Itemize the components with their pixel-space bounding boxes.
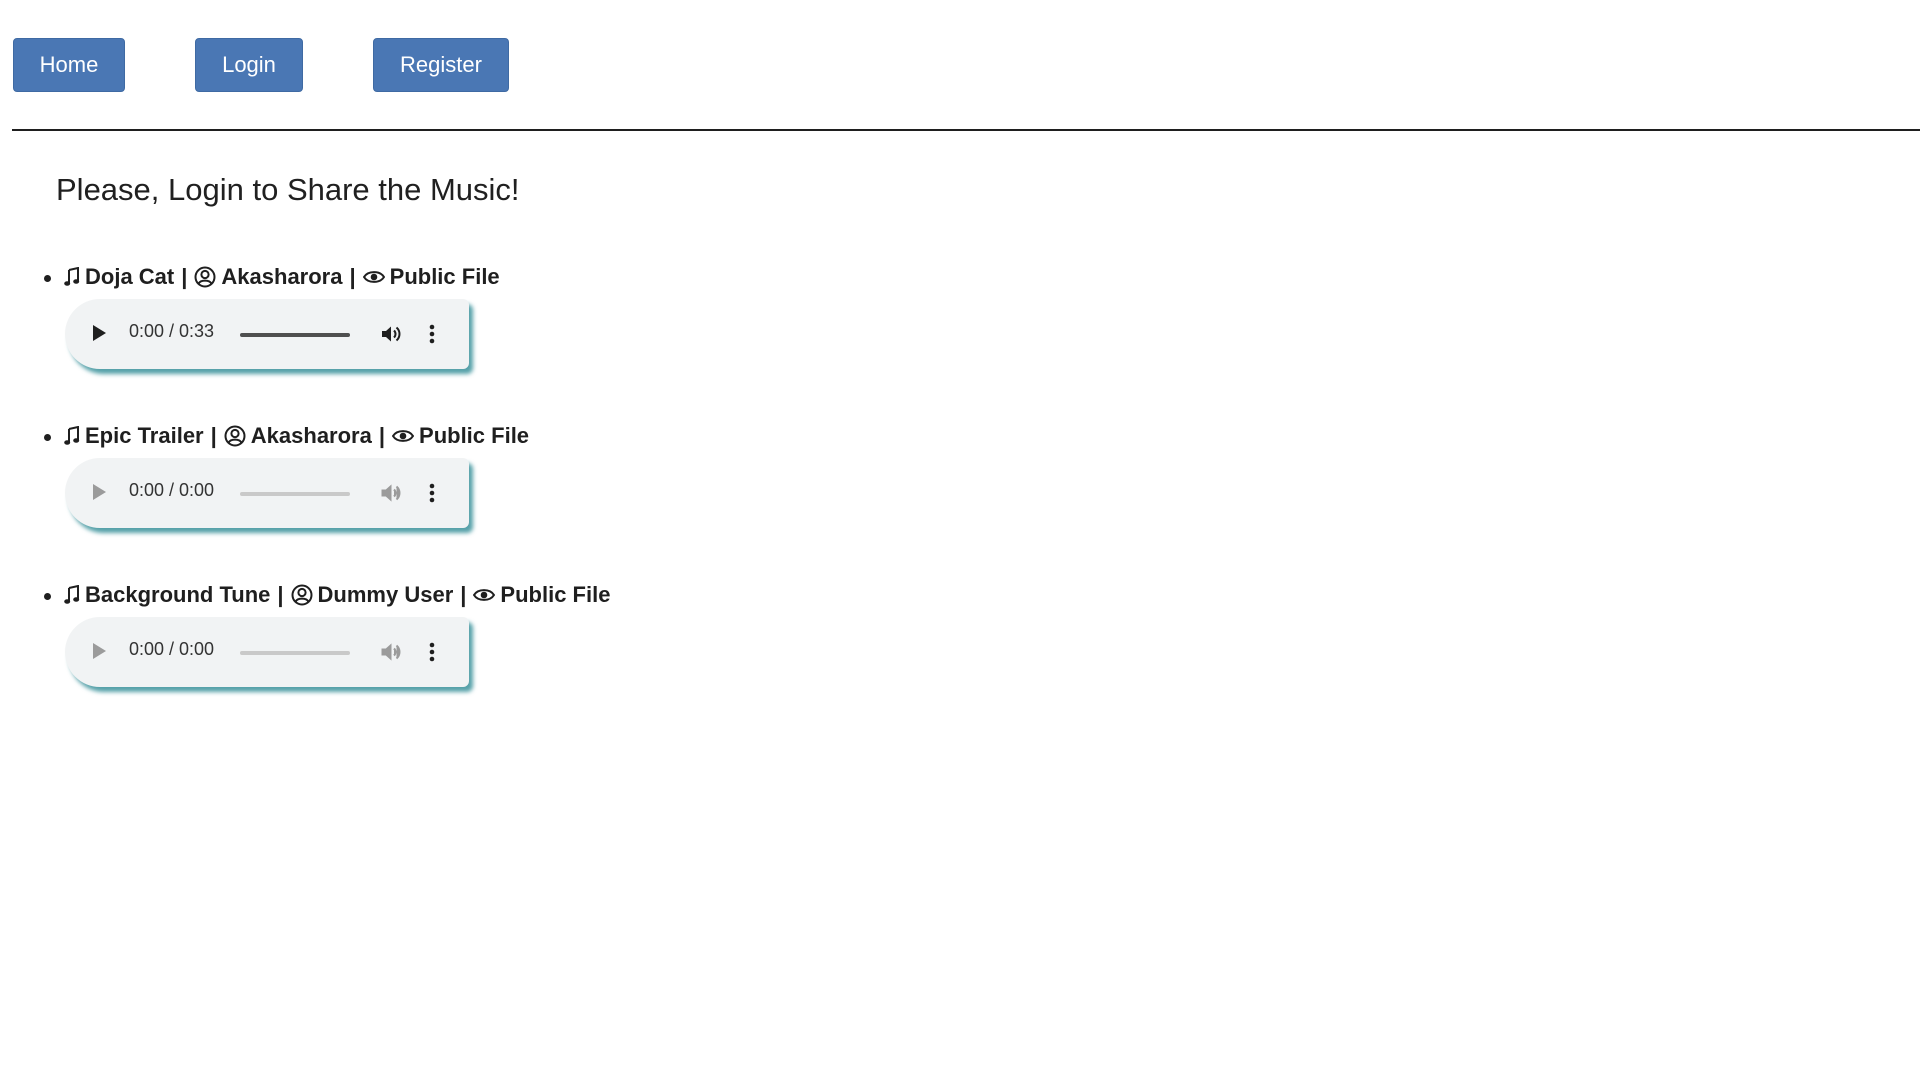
music-note-icon	[64, 585, 80, 605]
time-display: 0:00 / 0:00	[129, 639, 215, 659]
eye-icon	[362, 270, 385, 284]
volume-icon[interactable]	[379, 481, 403, 510]
track-visibility: Public File	[419, 423, 530, 448]
list-bullet	[44, 593, 51, 600]
track-visibility: Public File	[500, 582, 611, 607]
separator: |	[349, 264, 356, 289]
play-button[interactable]	[93, 643, 106, 659]
separator: |	[378, 423, 386, 448]
home-button[interactable]: Home	[13, 38, 125, 92]
register-button[interactable]: Register	[373, 38, 509, 92]
more-options-icon[interactable]	[428, 640, 436, 669]
separator: |	[210, 423, 217, 448]
page-heading: Please, Login to Share the Music!	[56, 172, 520, 207]
play-button[interactable]	[93, 484, 106, 500]
user-circle-icon	[291, 584, 313, 606]
eye-icon	[392, 429, 415, 443]
track-owner: Akasharora	[250, 423, 372, 448]
track-header: Background Tune | Dummy User | Public Fi…	[64, 580, 610, 610]
music-note-icon	[64, 267, 80, 287]
volume-icon[interactable]	[379, 640, 403, 669]
user-circle-icon	[224, 425, 246, 447]
track-header: Doja Cat | Akasharora | Public File	[64, 262, 500, 292]
audio-player: 0:00 / 0:00	[65, 617, 469, 687]
list-bullet	[44, 275, 51, 282]
seek-slider[interactable]	[240, 333, 350, 337]
volume-icon[interactable]	[379, 322, 403, 351]
track-header: Epic Trailer | Akasharora | Public File	[64, 421, 529, 451]
more-options-icon[interactable]	[428, 481, 436, 510]
track-title: Background Tune	[85, 582, 271, 607]
seek-slider[interactable]	[240, 492, 350, 496]
user-circle-icon	[194, 266, 216, 288]
audio-player: 0:00 / 0:33	[65, 299, 469, 369]
track-title: Doja Cat	[85, 264, 175, 289]
track-owner: Dummy User	[317, 582, 454, 607]
time-display: 0:00 / 0:00	[129, 480, 215, 500]
login-button[interactable]: Login	[195, 38, 303, 92]
track-visibility: Public File	[389, 264, 500, 289]
track-title: Epic Trailer	[85, 423, 204, 448]
seek-slider[interactable]	[240, 651, 350, 655]
separator: |	[277, 582, 284, 607]
page: Home Login Register Please, Login to Sha…	[0, 0, 1920, 1080]
separator: |	[460, 582, 467, 607]
music-note-icon	[64, 426, 80, 446]
list-bullet	[44, 434, 51, 441]
time-display: 0:00 / 0:33	[129, 321, 215, 341]
more-options-icon[interactable]	[428, 322, 436, 351]
audio-player: 0:00 / 0:00	[65, 458, 469, 528]
seek-progress	[240, 333, 350, 337]
play-button[interactable]	[93, 325, 106, 341]
nav-divider	[12, 129, 1920, 131]
eye-icon	[473, 588, 496, 602]
track-owner: Akasharora	[221, 264, 343, 289]
separator: |	[181, 264, 188, 289]
